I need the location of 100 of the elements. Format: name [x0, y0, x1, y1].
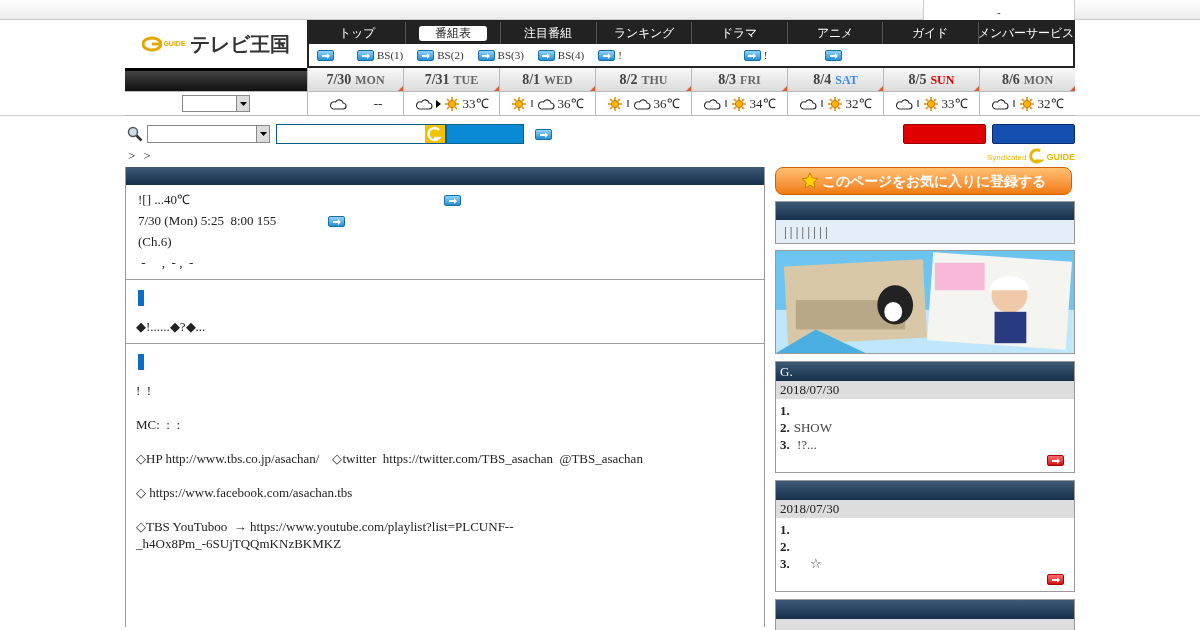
date-tab[interactable]: 8/6 MON	[979, 68, 1075, 91]
channel-link[interactable]: !	[598, 46, 622, 64]
g-logo-icon	[142, 36, 163, 52]
search-field[interactable]	[276, 124, 446, 144]
corner-icon	[878, 86, 883, 91]
nav-tab[interactable]: ランキング	[609, 25, 678, 41]
sun-icon	[443, 95, 460, 112]
arrow-button[interactable]	[328, 215, 345, 227]
channel-link[interactable]: BS(1)	[357, 46, 404, 64]
nav-tab[interactable]: ガイド	[908, 25, 953, 41]
nav-tab[interactable]: アニメ	[812, 25, 857, 41]
search-icon	[127, 126, 143, 142]
g-logo-icon	[1028, 148, 1045, 164]
arrow-button[interactable]	[1047, 455, 1064, 466]
date-tab[interactable]: 8/5 SUN	[883, 68, 979, 91]
corner-icon	[1070, 86, 1075, 91]
separator-text: ‖	[820, 96, 824, 112]
arrow-button[interactable]	[535, 128, 552, 140]
date-tab[interactable]: 8/2 THU	[595, 68, 691, 91]
rank-number: 3.	[780, 435, 790, 454]
nav-tab[interactable]: ドラマ	[717, 25, 762, 41]
nav-tab[interactable]: 番組表	[418, 25, 487, 41]
breadcrumb-link[interactable]: >	[128, 146, 136, 166]
temperature-text: 32℃	[1037, 94, 1064, 113]
channel-link[interactable]: BS(3)	[477, 46, 524, 64]
sun-icon	[922, 95, 939, 112]
date-tab[interactable]: 8/1 WED	[499, 68, 595, 91]
logo-name: テレビ王国	[189, 31, 290, 58]
description-text: MC: : :	[136, 416, 182, 433]
sun-icon	[607, 95, 624, 112]
account-text: -	[997, 6, 1001, 20]
dropdown-caret-icon	[239, 101, 247, 106]
channel-link[interactable]	[317, 49, 334, 61]
g-logo-icon	[427, 126, 443, 142]
rank-number: 2.	[780, 418, 790, 437]
arrow-icon	[1050, 575, 1061, 584]
nav-tab[interactable]: トップ	[334, 25, 379, 41]
corner-icon	[590, 86, 595, 91]
date-tab[interactable]: 7/30 MON	[307, 68, 403, 91]
arrow-icon	[828, 50, 839, 60]
program-info-text: - , - , -	[140, 255, 194, 271]
description-text: ! !	[136, 382, 153, 399]
channel-link[interactable]	[825, 49, 843, 61]
sun-icon	[1018, 95, 1035, 112]
program-info-text: 7/30 (Mon) 5:25 8:00 155	[138, 213, 277, 229]
triangle-icon	[435, 99, 441, 108]
channel-link[interactable]: !	[743, 46, 768, 64]
description-text: ◆!......◆?◆...	[136, 318, 207, 335]
temperature-text: 32℃	[845, 94, 872, 113]
sun-icon	[730, 95, 747, 112]
corner-icon	[782, 86, 787, 91]
separator-text: ‖	[1012, 96, 1016, 112]
arrow-icon	[1050, 456, 1061, 465]
program-info-text: (Ch.6)	[138, 234, 172, 250]
sun-icon	[511, 95, 528, 112]
separator-text: ‖	[626, 96, 630, 112]
nav-tab[interactable]: メンバーサービス	[973, 25, 1078, 41]
date-tab[interactable]: 8/3 FRI	[691, 68, 787, 91]
arrow-button[interactable]	[1047, 574, 1064, 585]
syndicated-logo: Syndicated GUIDE	[986, 148, 1075, 164]
temperature-text: 33℃	[462, 94, 489, 113]
temperature-text: --	[373, 94, 383, 113]
temperature-text: 33℃	[941, 94, 968, 113]
arrow-icon	[320, 50, 331, 60]
separator-text: ‖	[530, 96, 534, 112]
arrow-icon	[447, 195, 458, 205]
rank-number: 3.	[780, 554, 790, 573]
section-marker	[138, 354, 144, 370]
separator-text: ‖	[916, 96, 920, 112]
date-select[interactable]	[182, 95, 250, 112]
separator-text: ‖	[724, 96, 728, 112]
description-text: ◇TBS YouTuboo → https://www.youtube.com/playlist?list=PLCUNF-- _h4Ox8Pm_-6SUjTQQmKNzBKMKZ	[136, 518, 515, 552]
ranking-link[interactable]: ☆	[793, 553, 822, 574]
corner-icon	[974, 86, 979, 91]
sun-icon	[826, 95, 843, 112]
date-tab[interactable]: 8/4 SAT	[787, 68, 883, 91]
nav-tab[interactable]: 注目番組	[520, 25, 577, 41]
date-tab[interactable]: 7/31 TUE	[403, 68, 499, 91]
box-title: G.	[780, 364, 793, 379]
temperature-text: 36℃	[557, 94, 584, 113]
breadcrumb-link[interactable]: >	[143, 146, 151, 166]
arrow-button[interactable]	[444, 194, 461, 206]
channel-link[interactable]: BS(2)	[417, 46, 464, 64]
star-icon	[801, 173, 818, 189]
temperature-text: 36℃	[653, 94, 680, 113]
rank-number: 2.	[780, 537, 790, 556]
arrow-icon	[538, 129, 549, 139]
description-text: ◇ https://www.facebook.com/asachan.tbs	[136, 484, 354, 501]
date-text: 2018/07/30	[780, 501, 840, 516]
corner-icon	[398, 86, 403, 91]
date-text: 2018/07/30	[780, 382, 840, 397]
rank-number: 1.	[780, 401, 790, 420]
rank-number: 1.	[780, 520, 790, 539]
dropdown-caret-icon	[259, 132, 267, 136]
corner-icon	[686, 86, 691, 91]
temperature-text: 34℃	[749, 94, 776, 113]
program-info-text: ![] ...40℃	[138, 192, 190, 208]
corner-icon	[494, 86, 499, 91]
channel-link[interactable]: BS(4)	[537, 46, 585, 64]
category-select[interactable]	[147, 125, 270, 143]
